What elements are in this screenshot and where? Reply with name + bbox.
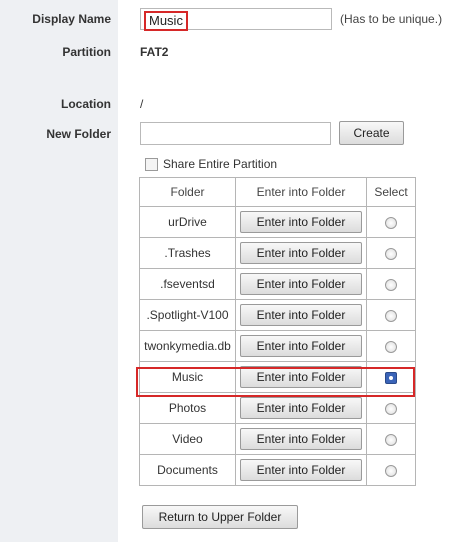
column-header-select: Select: [366, 177, 416, 207]
select-radio[interactable]: [385, 216, 397, 229]
return-to-upper-folder-button[interactable]: Return to Upper Folder: [142, 505, 298, 529]
table-row: Video Enter into Folder: [139, 423, 416, 455]
folder-name: Photos: [139, 392, 236, 424]
column-header-enter: Enter into Folder: [235, 177, 367, 207]
folder-name: Music: [139, 361, 236, 393]
location-value: /: [140, 97, 144, 111]
share-entire-partition-row[interactable]: Share Entire Partition: [145, 157, 277, 171]
select-radio[interactable]: [385, 464, 397, 477]
table-row: Documents Enter into Folder: [139, 454, 416, 486]
enter-into-folder-button[interactable]: Enter into Folder: [240, 273, 362, 295]
location-label: Location: [61, 97, 111, 111]
select-radio-checked[interactable]: [385, 371, 397, 384]
folder-name: .fseventsd: [139, 268, 236, 300]
enter-into-folder-button[interactable]: Enter into Folder: [240, 242, 362, 264]
display-name-value: Music: [144, 11, 188, 31]
table-row: twonkymedia.db Enter into Folder: [139, 330, 416, 362]
select-radio[interactable]: [385, 402, 397, 415]
share-entire-partition-checkbox[interactable]: [145, 157, 158, 171]
select-radio[interactable]: [385, 309, 397, 322]
new-folder-input[interactable]: [140, 122, 331, 145]
enter-into-folder-button[interactable]: Enter into Folder: [240, 211, 362, 233]
folder-name: twonkymedia.db: [139, 330, 236, 362]
enter-into-folder-button[interactable]: Enter into Folder: [240, 366, 362, 388]
enter-into-folder-button[interactable]: Enter into Folder: [240, 304, 362, 326]
folder-name: Video: [139, 423, 236, 455]
table-row: .Trashes Enter into Folder: [139, 237, 416, 269]
table-header-row: Folder Enter into Folder Select: [139, 177, 416, 207]
display-name-input[interactable]: Music: [140, 8, 332, 31]
table-row: .Spotlight-V100 Enter into Folder: [139, 299, 416, 331]
enter-into-folder-button[interactable]: Enter into Folder: [240, 428, 362, 450]
enter-into-folder-button[interactable]: Enter into Folder: [240, 397, 362, 419]
new-folder-label: New Folder: [46, 127, 111, 141]
folder-name: .Trashes: [139, 237, 236, 269]
folder-name: .Spotlight-V100: [139, 299, 236, 331]
enter-into-folder-button[interactable]: Enter into Folder: [240, 459, 362, 481]
label-column: [0, 0, 118, 542]
select-radio[interactable]: [385, 433, 397, 446]
select-radio[interactable]: [385, 340, 397, 353]
table-row-selected: Music Enter into Folder: [139, 361, 416, 393]
share-entire-partition-label: Share Entire Partition: [163, 157, 278, 171]
column-header-folder: Folder: [139, 177, 236, 207]
create-button[interactable]: Create: [339, 121, 404, 145]
folder-name: urDrive: [139, 206, 236, 238]
table-row: .fseventsd Enter into Folder: [139, 268, 416, 300]
table-row: urDrive Enter into Folder: [139, 206, 416, 238]
display-name-label: Display Name: [32, 12, 111, 26]
enter-into-folder-button[interactable]: Enter into Folder: [240, 335, 362, 357]
select-radio[interactable]: [385, 247, 397, 260]
folder-name: Documents: [139, 454, 236, 486]
select-radio[interactable]: [385, 278, 397, 291]
folder-table: Folder Enter into Folder Select urDrive …: [139, 177, 416, 486]
partition-label: Partition: [62, 45, 111, 59]
partition-value: FAT2: [140, 45, 169, 59]
table-row: Photos Enter into Folder: [139, 392, 416, 424]
display-name-hint: (Has to be unique.): [340, 12, 443, 26]
